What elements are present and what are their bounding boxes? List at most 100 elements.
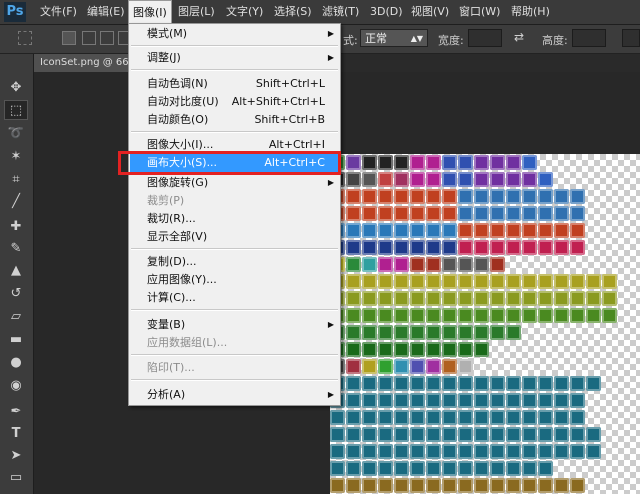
- menu-separator: [131, 45, 338, 47]
- history-brush-icon[interactable]: ↺: [4, 284, 28, 304]
- lasso-icon[interactable]: ➰: [4, 124, 28, 144]
- annotation-highlight-box: [118, 151, 341, 175]
- photoshop-logo: Ps: [4, 2, 26, 22]
- menu-item-label: 自动颜色(O): [147, 113, 209, 126]
- move-icon[interactable]: ✥: [4, 78, 28, 98]
- icon-row: [330, 188, 586, 205]
- menu-item-duplicate[interactable]: 复制(D)...: [130, 253, 339, 271]
- add-selection-icon[interactable]: [82, 31, 96, 45]
- submenu-arrow-icon: ▶: [327, 53, 334, 62]
- menu-image[interactable]: 图像(I): [128, 0, 172, 23]
- menu-item-analysis[interactable]: 分析(A) ▶: [130, 386, 339, 404]
- width-field[interactable]: [468, 29, 502, 47]
- menu-layer[interactable]: 图层(L): [178, 0, 215, 24]
- menu-item-label: 调整(J): [147, 51, 181, 64]
- pen-icon[interactable]: ✒: [4, 402, 28, 422]
- menu-item-auto-tone[interactable]: 自动色调(N) Shift+Ctrl+L: [130, 75, 339, 93]
- menu-item-image-rotation[interactable]: 图像旋转(G) ▶: [130, 174, 339, 192]
- menu-edit[interactable]: 编辑(E): [87, 0, 125, 24]
- icon-row: [330, 154, 538, 171]
- marquee-preset-icon[interactable]: [18, 31, 32, 45]
- magic-wand-icon[interactable]: ✶: [4, 147, 28, 167]
- menu-separator: [131, 248, 338, 250]
- menu-item-label: 裁剪(P): [147, 194, 185, 207]
- menu-item-trim[interactable]: 裁切(R)...: [130, 210, 339, 228]
- menu-item-calculations[interactable]: 计算(C)...: [130, 289, 339, 307]
- refine-edge-field[interactable]: [622, 29, 640, 47]
- icon-row: [330, 256, 506, 273]
- gradient-icon[interactable]: ▬: [4, 330, 28, 350]
- document-tab[interactable]: IconSet.png @ 66.: [34, 54, 130, 72]
- stamp-icon[interactable]: ▲: [4, 261, 28, 281]
- menu-item-trap: 陷印(T)...: [130, 359, 339, 377]
- icon-row: [330, 392, 586, 409]
- menu-item-mode[interactable]: 模式(M) ▶: [130, 25, 339, 43]
- submenu-arrow-icon: ▶: [327, 320, 334, 329]
- menu-item-label: 计算(C)...: [147, 291, 196, 304]
- eyedropper-icon[interactable]: ╱: [4, 192, 28, 212]
- menu-type[interactable]: 文字(Y): [226, 0, 263, 24]
- menu-bar: Ps 文件(F) 编辑(E) 图像(I) 图层(L) 文字(Y) 选择(S) 滤…: [0, 0, 640, 25]
- menu-item-shortcut: Alt+Shift+Ctrl+L: [231, 95, 325, 108]
- menu-item-apply-data-set: 应用数据组(L)...: [130, 334, 339, 352]
- width-label: 宽度:: [438, 34, 464, 47]
- menu-item-auto-contrast[interactable]: 自动对比度(U) Alt+Shift+Ctrl+L: [130, 93, 339, 111]
- menu-item-label: 分析(A): [147, 388, 186, 401]
- subtract-selection-icon[interactable]: [100, 31, 114, 45]
- icon-row: [330, 205, 586, 222]
- menu-file[interactable]: 文件(F): [40, 0, 77, 24]
- menu-separator: [131, 69, 338, 71]
- tools-panel: ✥ ⬚ ➰ ✶ ⌗ ╱ ✚ ✎ ▲ ↺ ▱ ▬ ● ◉ ✒ T ➤ ▭: [0, 54, 34, 494]
- path-select-icon[interactable]: ➤: [4, 446, 28, 466]
- brush-icon[interactable]: ✎: [4, 239, 28, 259]
- menu-item-shortcut: Shift+Ctrl+B: [254, 113, 325, 126]
- menu-item-adjustments[interactable]: 调整(J) ▶: [130, 49, 339, 67]
- menu-select[interactable]: 选择(S): [274, 0, 312, 24]
- menu-item-auto-color[interactable]: 自动颜色(O) Shift+Ctrl+B: [130, 111, 339, 129]
- menu-item-label: 显示全部(V): [147, 230, 208, 243]
- icon-row: [330, 426, 602, 443]
- menu-item-reveal-all[interactable]: 显示全部(V): [130, 228, 339, 246]
- icon-row: [330, 290, 618, 307]
- menu-item-label: 模式(M): [147, 27, 188, 40]
- menu-filter[interactable]: 滤镜(T): [322, 0, 359, 24]
- style-label: 式:: [343, 34, 358, 47]
- height-label: 高度:: [542, 34, 568, 47]
- healing-brush-icon[interactable]: ✚: [4, 217, 28, 237]
- menu-window[interactable]: 窗口(W): [459, 0, 500, 24]
- marquee-icon[interactable]: ⬚: [4, 100, 28, 120]
- menu-item-label: 应用图像(Y)...: [147, 273, 217, 286]
- menu-item-label: 自动对比度(U): [147, 95, 219, 108]
- icon-row: [330, 477, 586, 494]
- style-value: 正常: [365, 32, 387, 45]
- menu-item-label: 裁切(R)...: [147, 212, 196, 225]
- icon-row: [330, 375, 602, 392]
- menu-separator: [131, 354, 338, 356]
- icon-row: [330, 222, 586, 239]
- image-menu-dropdown: 模式(M) ▶ 调整(J) ▶ 自动色调(N) Shift+Ctrl+L 自动对…: [128, 23, 341, 406]
- icon-row: [330, 443, 602, 460]
- swap-icon[interactable]: ⇄: [514, 30, 524, 44]
- menu-help[interactable]: 帮助(H): [511, 0, 550, 24]
- crop-icon[interactable]: ⌗: [4, 170, 28, 190]
- menu-item-variables[interactable]: 变量(B) ▶: [130, 316, 339, 334]
- type-icon[interactable]: T: [4, 424, 28, 444]
- eraser-icon[interactable]: ▱: [4, 307, 28, 327]
- submenu-arrow-icon: ▶: [327, 390, 334, 399]
- menu-view[interactable]: 视图(V): [411, 0, 449, 24]
- dodge-icon[interactable]: ◉: [4, 376, 28, 396]
- submenu-arrow-icon: ▶: [327, 29, 334, 38]
- icon-row: [330, 341, 490, 358]
- menu-3d[interactable]: 3D(D): [370, 0, 403, 24]
- rectangle-icon[interactable]: ▭: [4, 468, 28, 488]
- icon-set-image: [330, 154, 640, 494]
- menu-item-label: 变量(B): [147, 318, 186, 331]
- style-select[interactable]: 正常 ▲▼: [360, 29, 428, 47]
- new-selection-icon[interactable]: [62, 31, 76, 45]
- menu-item-label: 复制(D)...: [147, 255, 197, 268]
- submenu-arrow-icon: ▶: [327, 178, 334, 187]
- blur-icon[interactable]: ●: [4, 353, 28, 373]
- height-field[interactable]: [572, 29, 606, 47]
- menu-item-apply-image[interactable]: 应用图像(Y)...: [130, 271, 339, 289]
- icon-row: [330, 307, 618, 324]
